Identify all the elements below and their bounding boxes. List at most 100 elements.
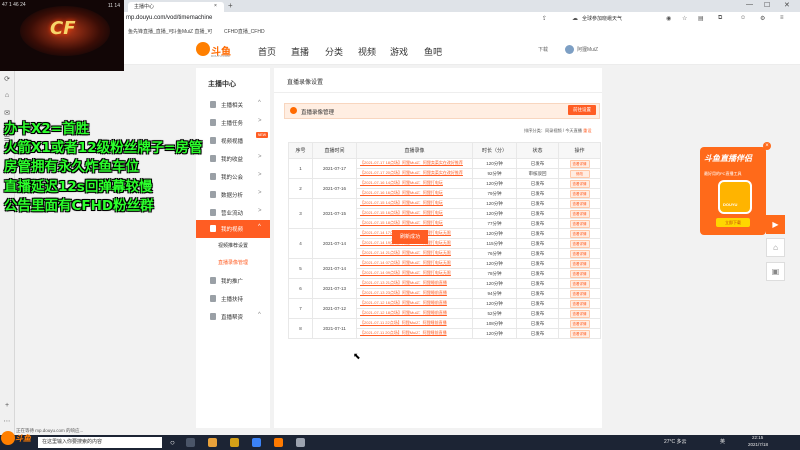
recording-link[interactable]: 【2021-07-11 20点场】阿狸MuiZ：阿狸睡前直播 [357, 330, 472, 335]
recording-link[interactable]: 【2021-07-17 20点场】阿狸MuiZ：阿狸卖菜实在改好推荐 [357, 170, 472, 175]
bookmark-3[interactable]: CFHD直播_CFHD [224, 28, 265, 35]
lang-indicator[interactable]: 英 [720, 438, 725, 445]
detail-button[interactable]: 查看详情 [569, 219, 590, 228]
home-float-icon[interactable]: ⌂ [766, 238, 785, 257]
recording-link[interactable]: 【2021-07-12 18点场】阿狸MuiZ：阿狸睡前直播 [357, 310, 472, 315]
recording-link[interactable]: 【2021-07-15 18点场】阿狸MuiZ：阿狸打电玩 [357, 220, 472, 225]
detail-button[interactable]: 查看详情 [569, 239, 590, 248]
star-icon[interactable]: ☆ [682, 15, 687, 22]
browser-app-icon[interactable] [252, 438, 261, 447]
weather-tray[interactable]: 27°C 多云 [664, 438, 687, 445]
detail-button[interactable]: 查看详情 [569, 179, 590, 188]
menu-item-support[interactable]: 主播扶持 [196, 290, 270, 308]
maximize-button[interactable]: ☐ [764, 1, 770, 9]
detail-button[interactable]: 查看详情 [569, 229, 590, 238]
douyu-logo[interactable]: 斗鱼 DOUYU.COM [196, 42, 240, 58]
sort-reset-link[interactable]: 重设 [583, 128, 591, 133]
detail-button[interactable]: 查看详情 [569, 309, 590, 318]
detail-button[interactable]: 查看详情 [569, 259, 590, 268]
recording-link[interactable]: 【2021-07-14 07点场】阿狸MuiZ：阿狸打电玩无限 [357, 260, 472, 265]
download-link[interactable]: 下载 [538, 46, 548, 53]
submenu-video-recommend[interactable]: 视频推荐设置 [218, 242, 248, 249]
menu-item-income[interactable]: 我的收益 > [196, 150, 270, 168]
cell-action: 查看详情 [558, 208, 601, 219]
settings-icon[interactable]: ⚙ [760, 15, 765, 22]
game-icon[interactable]: ◉ [666, 15, 671, 22]
minimize-button[interactable]: — [746, 1, 753, 8]
new-tab-button[interactable]: + [228, 1, 233, 10]
recording-link[interactable]: 【2021-07-15 16点场】阿狸MuiZ：阿狸打电玩 [357, 210, 472, 215]
task-view-icon[interactable]: ○ [170, 438, 179, 447]
detail-button[interactable]: 查看详情 [569, 269, 590, 278]
detail-button[interactable]: 查看详情 [569, 299, 590, 308]
bookmark-icon[interactable]: ▤ [698, 15, 704, 22]
address-bar[interactable]: mp.douyu.com/vod/timemachine ⇪ ☁ 全球参加晓峨天… [124, 12, 800, 27]
nav-home[interactable]: 首页 [258, 45, 276, 58]
detail-button[interactable]: 查看详情 [569, 329, 590, 338]
taskbar-search[interactable]: 在这里输入你要搜索的内容 [38, 437, 162, 448]
detail-button[interactable]: 查看详情 [569, 289, 590, 298]
menu-icon[interactable]: ≡ [780, 15, 784, 21]
companion-ad[interactable]: 斗鱼直播伴侣 最好用的PC直播工具 DOUYU 立即下载 [700, 147, 766, 235]
nav-category[interactable]: 分类 [325, 45, 343, 58]
menu-item-anchor[interactable]: 主播相关 ^ [196, 96, 270, 114]
nav-video[interactable]: 视频 [358, 45, 376, 58]
detail-button[interactable]: 查看详情 [569, 199, 590, 208]
recording-link[interactable]: 【2021-07-16 16点场】阿狸MuiZ：阿狸打电玩 [357, 190, 472, 195]
detail-button[interactable]: 查看详情 [569, 319, 590, 328]
close-window-button[interactable]: ✕ [784, 1, 790, 9]
avatar[interactable] [565, 45, 574, 54]
nav-game[interactable]: 游戏 [390, 45, 408, 58]
nav-live[interactable]: 直播 [291, 45, 309, 58]
close-tab-icon[interactable]: × [214, 3, 217, 9]
recording-link[interactable]: 【2021-07-13 23点场】阿狸MuiZ：阿狸睡前直播 [357, 290, 472, 295]
clock-date[interactable]: 2021/7/18 [748, 442, 768, 447]
submenu-record-manage[interactable]: 直播录像管理 [218, 259, 248, 266]
settings-button[interactable]: 前往设置 [568, 105, 596, 115]
nav-fishbar[interactable]: 鱼吧 [424, 45, 442, 58]
file-explorer-icon[interactable] [208, 438, 217, 447]
menu-item-data[interactable]: 数据分析 > [196, 186, 270, 204]
recording-link[interactable]: 【2021-07-12 16点场】阿狸MuiZ：阿狸睡前直播 [357, 300, 472, 305]
menu-item-my-video[interactable]: 我的视频 ^ [196, 220, 270, 238]
weather-text[interactable]: 全球参加晓峨天气 [582, 15, 622, 22]
profile-icon[interactable]: ☺ [740, 15, 746, 21]
ad-download-button[interactable]: 立即下载 [716, 218, 750, 227]
recording-link[interactable]: 【2021-07-16 14点场】阿狸MuiZ：阿狸打电玩 [357, 180, 472, 185]
recording-link[interactable]: 【2021-07-15 14点场】阿狸MuiZ：阿狸打电玩 [357, 200, 472, 205]
refresh-icon[interactable]: ⟳ [3, 76, 11, 84]
detail-button[interactable]: 查看详情 [569, 249, 590, 258]
username[interactable]: 阿狸MuiZ [577, 46, 598, 53]
menu-item-promotion[interactable]: 我的推广 [196, 272, 270, 290]
recording-link[interactable]: 【2021-07-11 22点场】阿狸MuiZ：阿狸睡前直播 [357, 320, 472, 325]
bookmark-2[interactable]: 斗鱼MuiZ 直播_可 [172, 28, 212, 35]
bookmark-1[interactable]: 鱼先锋直播_直播_可 [128, 28, 174, 35]
ad-close-icon[interactable]: × [763, 142, 771, 150]
menu-item-guild[interactable]: 我的公会 > [196, 168, 270, 186]
detail-button[interactable]: 查看详情 [569, 279, 590, 288]
taskbar-app-6[interactable] [296, 438, 305, 447]
douyu-app-icon[interactable] [274, 438, 283, 447]
detail-button[interactable]: 查看详情 [569, 189, 590, 198]
taskbar-app-1[interactable] [186, 438, 195, 447]
url-text[interactable]: mp.douyu.com/vod/timemachine [126, 15, 212, 21]
menu-item-tasks[interactable]: 主播任务 > [196, 114, 270, 132]
recording-link[interactable]: 【2021-07-13 21点场】阿狸MuiZ：阿狸睡前直播 [357, 280, 472, 285]
app-float-icon[interactable]: ▣ [766, 262, 785, 281]
play-icon[interactable]: ▶ [766, 215, 785, 234]
tab-active[interactable]: 主播中心 × [128, 2, 224, 12]
share-icon[interactable]: ⇪ [542, 15, 547, 22]
home-icon[interactable]: ⌂ [3, 92, 11, 100]
menu-item-help[interactable]: 直播帮资 ^ [196, 308, 270, 326]
extensions-icon[interactable]: ⧉ [718, 15, 722, 22]
detail-button[interactable]: 查看详情 [569, 159, 590, 168]
detail-button[interactable]: 修改 [569, 169, 590, 178]
add-icon[interactable]: + [3, 402, 11, 410]
clock-time[interactable]: 22:15 [752, 435, 763, 440]
recording-link[interactable]: 【2021-07-14 09点场】阿狸MuiZ：阿狸打电玩无限 [357, 270, 472, 275]
more-icon[interactable]: ⋯ [3, 418, 11, 426]
recording-link[interactable]: 【2021-07-14 21点场】阿狸MuiZ：阿狸打电玩无限 [357, 250, 472, 255]
game-app-icon[interactable] [230, 438, 239, 447]
recording-link[interactable]: 【2021-07-17 18点场】阿狸MuiZ：阿狸卖菜实在改好推荐 [357, 160, 472, 165]
detail-button[interactable]: 查看详情 [569, 209, 590, 218]
